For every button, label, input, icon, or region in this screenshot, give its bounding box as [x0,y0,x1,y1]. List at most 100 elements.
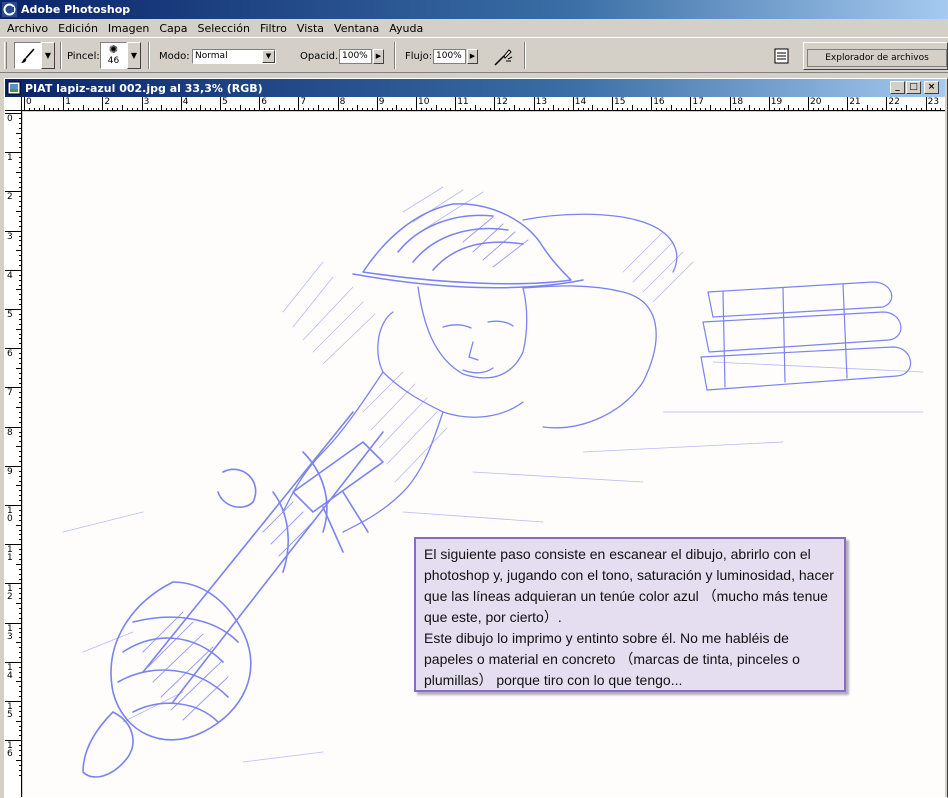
ruler-left-minor-tick [19,554,21,555]
ruler-left-minor-tick [19,578,21,580]
ruler-top-major-tick [141,97,143,110]
airbrush-icon[interactable] [492,46,514,68]
tool-preset-dropdown[interactable]: ▼ [41,42,55,69]
ruler-left-label: 13 [7,623,13,642]
menu-imagen[interactable]: Imagen [103,22,154,35]
ruler-top-minor-tick [504,108,506,110]
flow-slider-button[interactable]: ▶ [467,49,478,64]
menu-ayuda[interactable]: Ayuda [384,22,428,35]
ruler-top-minor-tick [621,108,623,110]
ruler-left-minor-tick [19,240,21,242]
ruler-top-minor-tick [489,108,491,110]
opacity-slider-button[interactable]: ▶ [373,49,384,64]
ruler-left-minor-tick [19,647,21,649]
ruler-top-minor-tick [273,108,275,110]
document-title-bar[interactable]: PIAT lapiz-azul 002.jpg al 33,3% (RGB) _… [5,79,945,97]
brush-tool-icon [20,47,35,63]
options-grip[interactable] [4,42,7,69]
image-canvas[interactable] [23,112,945,797]
ruler-top-label: 4 [182,97,189,107]
palette-well-icon[interactable] [772,46,792,66]
menu-vista[interactable]: Vista [292,22,329,35]
brush-size: 46 [107,56,120,66]
ruler-top-label: 17 [692,97,704,107]
ruler-top-major-tick [612,97,613,110]
ruler-left-minor-tick [19,392,21,394]
ruler-top-minor-tick [136,108,138,110]
app-title-bar: Adobe Photoshop [0,0,948,19]
ruler-top-minor-tick [646,108,648,110]
ruler-top-minor-tick [175,108,177,110]
brush-preset-picker[interactable]: ✺ 46 [100,42,127,69]
mode-select[interactable]: Normal ▼ [192,49,276,64]
ruler-top-minor-tick [283,108,285,110]
ruler-top-minor-tick [832,108,834,110]
ruler-left-label: 12 [7,584,13,603]
ruler-top-minor-tick [607,108,609,110]
ruler-left-label: 1 [7,153,13,164]
ruler-left-minor-tick [19,451,21,453]
minimize-button[interactable]: _ [890,81,905,94]
tool-preset-picker[interactable] [14,42,41,69]
ruler-left-minor-tick [19,436,21,438]
ruler-top-minor-tick [77,108,79,110]
ruler-top-minor-tick [597,108,599,110]
maximize-button[interactable]: □ [906,81,921,94]
ruler-left-label: 3 [7,231,13,242]
ruler-top-minor-tick [68,108,70,110]
horizontal-ruler[interactable]: 0 1 2 3 4 5 6 7 8 9 10 11 12 13 14 15 16 17 18 19 20 21 22 23 [22,97,945,111]
ruler-top-minor-tick [469,108,471,110]
ruler-top-minor-tick [641,108,643,110]
ruler-left-minor-tick [19,166,21,168]
ruler-left-minor-tick [19,529,21,531]
ruler-top-major-tick [847,97,849,110]
ruler-top-label: 0 [26,97,32,107]
flow-input[interactable]: 100% [433,49,466,64]
ruler-top-minor-tick [915,108,917,110]
ruler-top-minor-tick [43,105,45,110]
ruler-top-minor-tick [876,108,878,110]
menu-seleccion[interactable]: Selección [193,22,255,35]
ruler-top-label: 15 [614,97,626,107]
ruler-left-minor-tick [19,358,21,359]
ruler-top-minor-tick [827,105,829,110]
ruler-left-minor-tick [19,157,21,159]
ruler-top-minor-tick [852,108,854,110]
ruler-top-minor-tick [166,108,168,110]
ruler-top-minor-tick [587,108,589,110]
ruler-top-minor-tick [866,105,868,110]
ruler-top-minor-tick [386,108,388,110]
ruler-top-minor-tick [278,105,280,110]
ruler-top-minor-tick [724,108,726,110]
ruler-left-minor-tick [19,509,21,511]
close-button[interactable]: × [924,81,939,94]
ruler-left-minor-tick [16,328,21,330]
ruler-left-label: 2 [7,192,13,203]
ruler-top-minor-tick [479,108,481,110]
ruler-top-minor-tick [822,108,824,110]
ruler-top-major-tick [180,97,182,110]
brush-dropdown[interactable]: ▼ [127,42,141,69]
vertical-ruler[interactable]: 0 1 2 3 4 5 6 7 8 9 10 11 12 13 14 15 16 [5,111,22,797]
opacity-input[interactable]: 100% [339,49,372,64]
ruler-left-label: 6 [7,349,13,360]
mode-dropdown-icon[interactable]: ▼ [262,50,275,63]
ruler-left-label: 16 [7,741,13,760]
caption-paragraph-2: Este dibujo lo imprimo y entinto sobre é… [424,630,800,688]
file-browser-tab[interactable]: Explorador de archivos [807,49,947,67]
ruler-left-minor-tick [16,289,21,291]
menu-ventana[interactable]: Ventana [329,22,384,35]
pencil-sketch-image [62,186,924,778]
ruler-top-minor-tick [107,108,109,110]
menu-edicion[interactable]: Edición [53,22,103,35]
ruler-left-minor-tick [19,353,21,355]
ruler-left-minor-tick [19,480,21,482]
menu-archivo[interactable]: Archivo [2,22,53,35]
ruler-top-minor-tick [719,108,721,110]
menu-filtro[interactable]: Filtro [255,22,292,35]
ruler-top-minor-tick [636,108,638,110]
ruler-origin[interactable] [5,97,22,111]
ruler-top-minor-tick [523,108,525,110]
ruler-left-minor-tick [19,750,21,751]
menu-capa[interactable]: Capa [154,22,192,35]
